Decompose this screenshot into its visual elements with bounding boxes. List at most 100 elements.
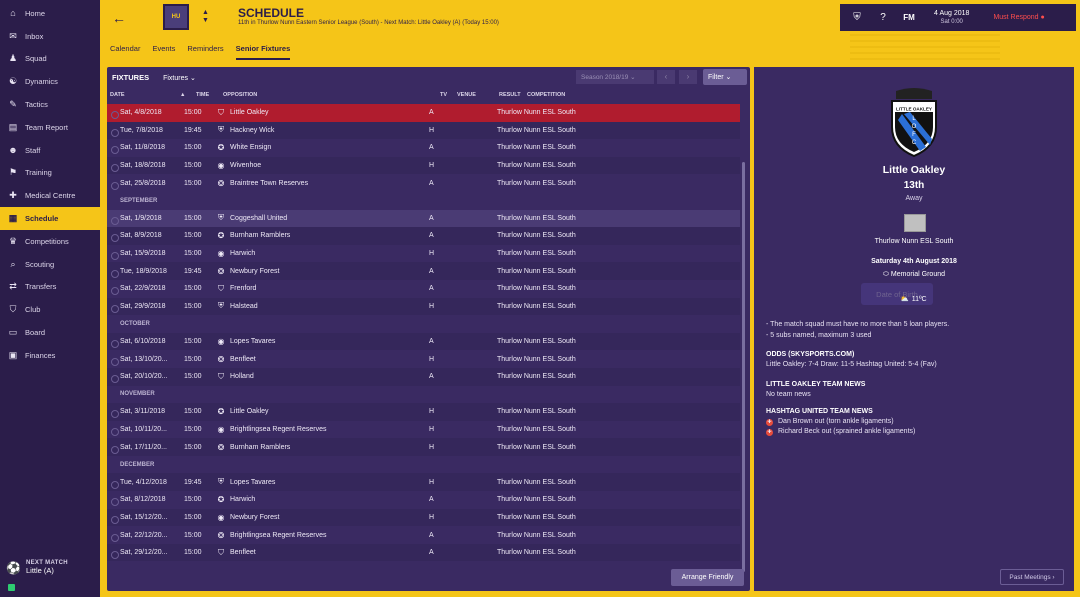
fixture-row[interactable]: Sat, 29/12/20... 15:00 ⛉ Benfleet A Thurlow N… [107, 543, 740, 562]
fixture-row[interactable]: Sat, 4/8/2018 15:00 ⛉ Little Oakley A Thurlow… [107, 104, 740, 122]
sidebar-item-inbox[interactable]: ✉ Inbox [0, 25, 100, 48]
fixture-competition[interactable]: Thurlow Nunn ESL South [497, 373, 647, 380]
fixture-competition[interactable]: Thurlow Nunn ESL South [497, 109, 647, 116]
fixture-row[interactable]: Sat, 22/9/2018 15:00 ⛉ Frenford A Thurlow Nun… [107, 280, 740, 298]
fixture-row[interactable]: Sat, 6/10/2018 15:00 ◉ Lopes Tavares A Thurlo… [107, 332, 740, 351]
fixture-competition[interactable]: Thurlow Nunn ESL South [497, 232, 647, 239]
sidebar-item-staff[interactable]: ☻ Staff [0, 139, 100, 162]
league-name[interactable]: Thurlow Nunn ESL South [754, 238, 1074, 245]
fixture-row[interactable]: Tue, 18/9/2018 19:45 ❂ Newbury Forest A Thurl… [107, 262, 740, 280]
fixture-competition[interactable]: Thurlow Nunn ESL South [497, 532, 647, 539]
fixture-row[interactable]: Sat, 10/11/20... 15:00 ◉ Brightlingsea Rege… [107, 421, 740, 439]
fixture-opponent[interactable]: Brightlingsea Regent Reserves [230, 426, 367, 433]
fixture-opponent[interactable]: Holland [230, 373, 367, 380]
fixture-row[interactable]: Sat, 20/10/20... 15:00 ⛉ Holland A Thurlow Nu… [107, 367, 740, 386]
fixture-competition[interactable]: Thurlow Nunn ESL South [497, 144, 647, 151]
fixture-competition[interactable]: Thurlow Nunn ESL South [497, 285, 647, 292]
injury-item[interactable]: ✚ Richard Beck out (sprained ankle ligame… [766, 427, 915, 437]
sidebar-item-dynamics[interactable]: ☯ Dynamics [0, 70, 100, 93]
scrollbar[interactable] [742, 162, 745, 572]
tab-events[interactable]: Events [152, 44, 175, 60]
fixture-row[interactable]: Sat, 25/8/2018 15:00 ❂ Braintree Town Reser… [107, 174, 740, 192]
next-page-icon[interactable]: › [679, 70, 697, 84]
fixture-opponent[interactable]: Newbury Forest [230, 268, 367, 275]
fixture-competition[interactable]: Thurlow Nunn ESL South [497, 408, 647, 415]
fixture-opponent[interactable]: Wivenhoe [230, 162, 367, 169]
fm-menu[interactable]: FM [900, 13, 918, 22]
club-badge-icon[interactable]: ⛨ [848, 12, 866, 23]
fixture-competition[interactable]: Thurlow Nunn ESL South [497, 250, 647, 257]
season-select[interactable]: Season 2018/19 ⌄ [576, 70, 654, 84]
arrange-friendly-button[interactable]: Arrange Friendly [671, 569, 744, 586]
fixture-competition[interactable]: Thurlow Nunn ESL South [497, 549, 647, 556]
fixture-competition[interactable]: Thurlow Nunn ESL South [497, 215, 647, 222]
sidebar-item-board[interactable]: ▭ Board [0, 321, 100, 344]
col-result[interactable]: RESULT [499, 92, 527, 98]
sidebar-item-tactics[interactable]: ✎ Tactics [0, 93, 100, 116]
injury-item[interactable]: ✚ Dan Brown out (torn ankle ligaments) [766, 417, 915, 427]
tab-senior-fixtures[interactable]: Senior Fixtures [235, 44, 291, 60]
club-switch-arrows[interactable]: ▲ ▼ [202, 9, 209, 25]
fixture-opponent[interactable]: Hackney Wick [230, 127, 367, 134]
continue-button[interactable]: Must Respond ● [993, 14, 1044, 21]
fixture-row[interactable]: Sat, 18/8/2018 15:00 ◉ Wivenhoe H Thurlow Nun… [107, 156, 740, 175]
fixture-competition[interactable]: Thurlow Nunn ESL South [497, 479, 647, 486]
fixture-opponent[interactable]: White Ensign [230, 144, 367, 151]
fixture-opponent[interactable]: Coggeshall United [230, 215, 367, 222]
fixture-opponent[interactable]: Harwich [230, 250, 367, 257]
fixture-row[interactable]: Tue, 4/12/2018 19:45 ⛨ Lopes Tavares H Thurlo… [107, 473, 740, 492]
fixture-row[interactable]: Sat, 3/11/2018 15:00 ✪ Little Oakley H Thurlo… [107, 403, 740, 421]
fixture-opponent[interactable]: Little Oakley [230, 109, 367, 116]
fixture-competition[interactable]: Thurlow Nunn ESL South [497, 180, 647, 187]
col-competition[interactable]: COMPETITION [527, 92, 565, 98]
fixture-opponent[interactable]: Benfleet [230, 549, 367, 556]
fixture-opponent[interactable]: Newbury Forest [230, 514, 367, 521]
fixture-opponent[interactable]: Burnham Ramblers [230, 232, 367, 239]
opponent-name[interactable]: Little Oakley [754, 164, 1074, 176]
fixture-row[interactable]: Sat, 22/12/20... 15:00 ❂ Brightlingsea Rege… [107, 526, 740, 544]
sidebar-item-schedule[interactable]: ▦ Schedule [0, 207, 104, 230]
sidebar-item-transfers[interactable]: ⇄ Transfers [0, 276, 100, 299]
col-date[interactable]: DATE [110, 92, 180, 98]
sidebar-item-club[interactable]: ⛉ Club [0, 298, 100, 321]
fixture-competition[interactable]: Thurlow Nunn ESL South [497, 303, 647, 310]
fixture-competition[interactable]: Thurlow Nunn ESL South [497, 268, 647, 275]
sidebar-item-scouting[interactable]: ⌕ Scouting [0, 253, 100, 276]
fixture-opponent[interactable]: Benfleet [230, 356, 367, 363]
fixture-row[interactable]: Sat, 8/12/2018 15:00 ✪ Harwich A Thurlow Nunn… [107, 491, 740, 509]
fixture-competition[interactable]: Thurlow Nunn ESL South [497, 356, 647, 363]
fixture-competition[interactable]: Thurlow Nunn ESL South [497, 496, 647, 503]
view-dropdown[interactable]: Fixtures ⌄ [163, 74, 196, 82]
help-icon[interactable]: ? [874, 12, 892, 23]
fixture-opponent[interactable]: Little Oakley [230, 408, 367, 415]
fixture-competition[interactable]: Thurlow Nunn ESL South [497, 162, 647, 169]
fixture-opponent[interactable]: Brightlingsea Regent Reserves [230, 532, 367, 539]
fixture-competition[interactable]: Thurlow Nunn ESL South [497, 514, 647, 521]
fixture-opponent[interactable]: Harwich [230, 496, 367, 503]
sidebar-item-team-report[interactable]: ▤ Team Report [0, 116, 100, 139]
fixture-competition[interactable]: Thurlow Nunn ESL South [497, 338, 647, 345]
tab-calendar[interactable]: Calendar [110, 44, 140, 60]
back-arrow-icon[interactable]: ← [112, 10, 126, 26]
fixture-competition[interactable]: Thurlow Nunn ESL South [497, 426, 647, 433]
fixture-row[interactable]: Tue, 7/8/2018 19:45 ⛨ Hackney Wick H Thurlow … [107, 121, 740, 140]
fixture-row[interactable]: Sat, 13/10/20... 15:00 ❂ Benfleet H Thurlow N… [107, 350, 740, 368]
fixture-competition[interactable]: Thurlow Nunn ESL South [497, 444, 647, 451]
col-venue[interactable]: VENUE [457, 92, 499, 98]
filter-button[interactable]: Filter ⌄ [703, 69, 747, 85]
next-match[interactable]: ⚽ NEXT MATCH Little (A) [6, 560, 68, 575]
sidebar-item-finances[interactable]: ▣ Finances [0, 344, 100, 367]
fixture-row[interactable]: Sat, 8/9/2018 15:00 ✪ Burnham Ramblers A Thur… [107, 227, 740, 245]
fixture-row[interactable]: Sat, 15/9/2018 15:00 ◉ Harwich H Thurlow Nunn… [107, 245, 740, 263]
fixture-row[interactable]: Sat, 1/9/2018 15:00 ⛨ Coggeshall United A Thu… [107, 209, 740, 228]
prev-page-icon[interactable]: ‹ [657, 70, 675, 84]
fixture-row[interactable]: Sat, 29/9/2018 15:00 ⛨ Halstead H Thurlow Nun… [107, 297, 740, 316]
col-tv[interactable]: TV [440, 92, 457, 98]
fixture-row[interactable]: Sat, 15/12/20... 15:00 ◉ Newbury Forest H Thu… [107, 508, 740, 527]
past-meetings-button[interactable]: Past Meetings › [1000, 569, 1064, 585]
tab-reminders[interactable]: Reminders [187, 44, 223, 60]
fixture-opponent[interactable]: Frenford [230, 285, 367, 292]
fixture-opponent[interactable]: Lopes Tavares [230, 338, 367, 345]
col-time[interactable]: TIME [196, 92, 223, 98]
sidebar-item-home[interactable]: ⌂ Home [0, 2, 100, 25]
